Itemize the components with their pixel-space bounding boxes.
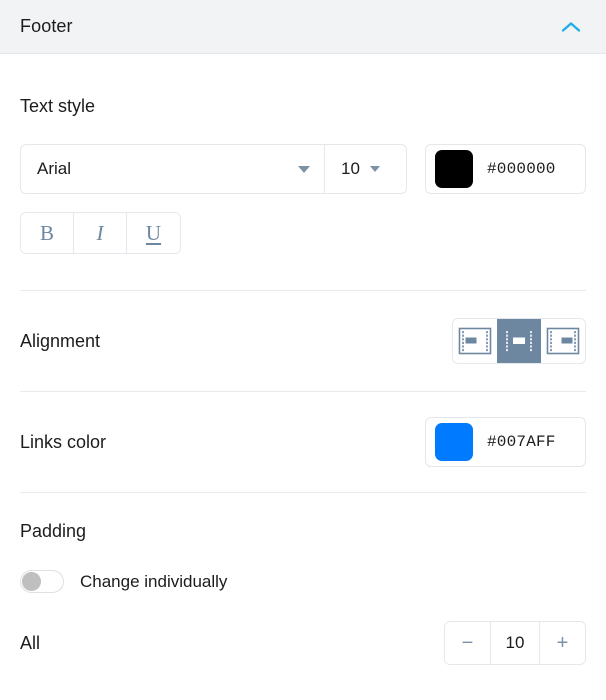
decrement-button[interactable]: −: [445, 622, 490, 664]
change-individually-row: Change individually: [20, 570, 586, 593]
alignment-group: [452, 318, 586, 364]
padding-all-row: All − 10 +: [20, 621, 586, 665]
change-individually-label: Change individually: [80, 571, 228, 591]
page-title: Footer: [20, 16, 73, 36]
chevron-down-icon: [298, 165, 310, 173]
alignment-row: Alignment: [20, 291, 586, 391]
padding-all-value[interactable]: 10: [490, 622, 540, 664]
change-individually-toggle[interactable]: [20, 570, 64, 593]
links-color-label: Links color: [20, 431, 107, 452]
text-format-group: B I U: [20, 212, 181, 254]
padding-section: Padding Change individually All − 10 +: [20, 493, 586, 665]
align-left-button[interactable]: [453, 319, 497, 363]
underline-button[interactable]: U: [127, 213, 180, 253]
panel-body: Text style Arial 10 #000000 B I U Alignm…: [0, 54, 606, 665]
align-right-icon: [546, 327, 580, 355]
text-color-swatch[interactable]: [435, 150, 473, 188]
align-center-button[interactable]: [497, 319, 541, 363]
increment-button[interactable]: +: [540, 622, 585, 664]
padding-all-label: All: [20, 632, 41, 653]
font-family-select[interactable]: Arial: [20, 144, 325, 194]
text-color-field[interactable]: #000000: [425, 144, 586, 194]
align-right-button[interactable]: [541, 319, 585, 363]
padding-all-stepper: − 10 +: [444, 621, 586, 665]
text-color-value: #000000: [487, 160, 556, 178]
links-color-field[interactable]: #007AFF: [425, 417, 586, 467]
font-size-select[interactable]: 10: [325, 144, 407, 194]
italic-button[interactable]: I: [74, 213, 127, 253]
font-size-value: 10: [341, 159, 360, 178]
align-center-icon: [506, 331, 532, 352]
chevron-up-icon[interactable]: [556, 12, 586, 42]
bold-button[interactable]: B: [21, 213, 74, 253]
align-left-icon: [458, 327, 492, 355]
alignment-label: Alignment: [20, 330, 101, 351]
text-style-label: Text style: [20, 96, 96, 116]
padding-label: Padding: [20, 521, 87, 541]
chevron-down-icon: [369, 166, 380, 172]
toggle-knob: [22, 572, 41, 591]
text-style-controls: Arial 10 #000000: [20, 144, 586, 194]
links-color-value: #007AFF: [487, 433, 556, 451]
links-color-row: Links color #007AFF: [20, 392, 586, 492]
links-color-swatch[interactable]: [435, 423, 473, 461]
footer-settings-panel: Footer Text style Arial 10 #000000 B I U…: [0, 0, 606, 700]
panel-header[interactable]: Footer: [0, 0, 606, 54]
text-style-section: Text style Arial 10 #000000 B I U: [20, 54, 586, 254]
font-family-value: Arial: [37, 159, 72, 178]
font-controls: Arial 10: [20, 144, 407, 194]
